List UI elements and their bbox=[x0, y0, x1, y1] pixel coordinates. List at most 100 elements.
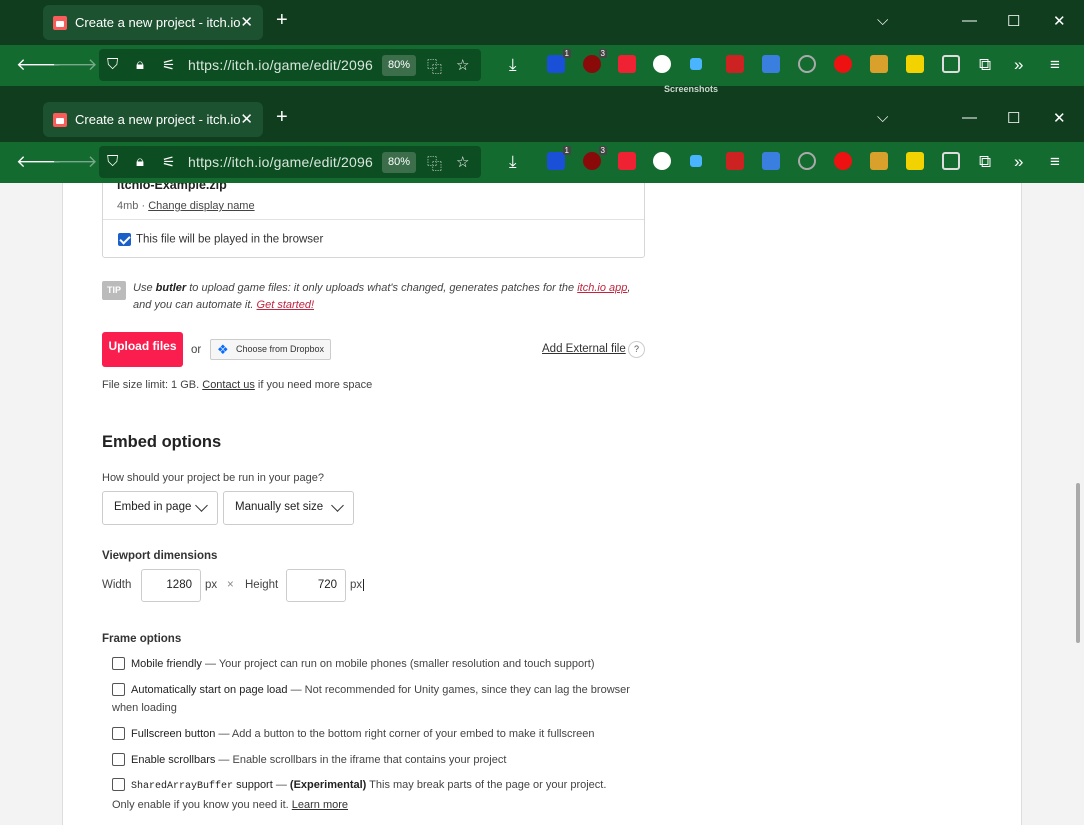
played-in-browser-checkbox[interactable] bbox=[118, 233, 131, 246]
downloads-icon[interactable]: ⤓ bbox=[509, 55, 517, 75]
maximize-icon[interactable]: ☐ bbox=[1007, 12, 1020, 30]
shield-icon[interactable]: ⛉ bbox=[107, 56, 118, 73]
extension-red-white-icon[interactable] bbox=[618, 55, 636, 73]
translate-icon[interactable]: ⿻ bbox=[427, 56, 442, 77]
mobile-friendly-option[interactable]: Mobile friendly — Your project can run o… bbox=[112, 655, 632, 673]
extension-youtube-icon[interactable] bbox=[834, 55, 852, 73]
tab-active[interactable]: Create a new project - itch.io ✕ bbox=[43, 5, 263, 40]
change-display-name-link[interactable]: Change display name bbox=[148, 200, 254, 212]
forward-icon[interactable]: 🡒 bbox=[52, 152, 98, 172]
screenshots-label: Screenshots bbox=[664, 84, 719, 94]
close-tab-icon[interactable]: ✕ bbox=[240, 110, 253, 128]
fullscreen-button-option[interactable]: Fullscreen button — Add a button to the … bbox=[112, 725, 632, 743]
or-label: or bbox=[191, 344, 202, 356]
help-icon[interactable]: ? bbox=[628, 341, 645, 358]
embed-mode-select[interactable]: Embed in page bbox=[102, 491, 218, 525]
height-label: Height bbox=[245, 579, 279, 591]
ublock-origin-icon[interactable]: 3 bbox=[583, 146, 607, 170]
frame-options-heading: Frame options bbox=[102, 633, 182, 645]
permissions-icon[interactable]: ⚟ bbox=[162, 56, 175, 74]
autostart-option[interactable]: Automatically start on page load — Not r… bbox=[112, 681, 632, 717]
lock-icon[interactable]: 🔒︎ bbox=[136, 56, 144, 73]
reader-view-icon[interactable] bbox=[942, 152, 960, 170]
extension-s-icon[interactable] bbox=[653, 152, 671, 170]
itchio-app-link[interactable]: itch.io app bbox=[577, 282, 627, 294]
scrollbar[interactable] bbox=[1076, 483, 1080, 643]
extensions-puzzle-icon[interactable]: ⧉ bbox=[979, 152, 991, 172]
forward-icon[interactable]: 🡒 bbox=[52, 55, 98, 75]
ublock-origin-icon[interactable]: 3 bbox=[583, 49, 607, 73]
downloads-icon[interactable]: ⤓ bbox=[509, 152, 517, 172]
extension-youtube-icon[interactable] bbox=[834, 152, 852, 170]
close-tab-icon[interactable]: ✕ bbox=[240, 13, 253, 31]
played-in-browser-option[interactable]: This file will be played in the browser bbox=[118, 233, 323, 246]
reader-view-icon[interactable] bbox=[942, 55, 960, 73]
permissions-icon[interactable]: ⚟ bbox=[162, 153, 175, 171]
extension-diamond-icon[interactable] bbox=[690, 58, 702, 70]
times-sign: × bbox=[227, 579, 234, 591]
browser-window-back: Create a new project - itch.io ✕ + ⌵ — ☐… bbox=[0, 0, 1084, 97]
close-window-icon[interactable]: ✕ bbox=[1053, 12, 1066, 30]
zoom-level[interactable]: 80% bbox=[382, 152, 416, 173]
tab-list-chevron-icon[interactable]: ⌵ bbox=[877, 109, 888, 126]
embed-mode-value: Embed in page bbox=[114, 501, 192, 513]
extension-circle-icon[interactable] bbox=[798, 152, 816, 170]
extension-circle-icon[interactable] bbox=[798, 55, 816, 73]
extension-s-icon[interactable] bbox=[653, 55, 671, 73]
mobile-friendly-checkbox[interactable] bbox=[112, 657, 125, 670]
extension-pen-icon[interactable] bbox=[870, 55, 888, 73]
bookmark-star-icon[interactable]: ☆ bbox=[456, 56, 469, 74]
extension-yellow-icon[interactable] bbox=[906, 55, 924, 73]
overflow-chevrons-icon[interactable]: » bbox=[1014, 55, 1023, 75]
overflow-chevrons-icon[interactable]: » bbox=[1014, 152, 1023, 172]
add-external-file-link[interactable]: Add External file bbox=[542, 343, 626, 355]
zoom-level[interactable]: 80% bbox=[382, 55, 416, 76]
minimize-icon[interactable]: — bbox=[962, 109, 977, 126]
fullscreen-button-checkbox[interactable] bbox=[112, 727, 125, 740]
menu-hamburger-icon[interactable]: ≡ bbox=[1050, 152, 1060, 172]
tab-active[interactable]: Create a new project - itch.io ✕ bbox=[43, 102, 263, 137]
minimize-icon[interactable]: — bbox=[962, 12, 977, 29]
learn-more-link[interactable]: Learn more bbox=[292, 799, 348, 811]
url-bar[interactable]: ⛉ 🔒︎ ⚟ https://itch.io/game/edit/2096 80… bbox=[99, 146, 481, 178]
extension-pen-icon[interactable] bbox=[870, 152, 888, 170]
scrollbars-option[interactable]: Enable scrollbars — Enable scrollbars in… bbox=[112, 751, 632, 769]
autostart-checkbox[interactable] bbox=[112, 683, 125, 696]
extensions-puzzle-icon[interactable]: ⧉ bbox=[979, 55, 991, 75]
extension-red-white-icon[interactable] bbox=[618, 152, 636, 170]
extension-red-tool-icon[interactable] bbox=[726, 55, 744, 73]
maximize-icon[interactable]: ☐ bbox=[1007, 109, 1020, 127]
tab-strip: Create a new project - itch.io ✕ + ⌵ — ☐… bbox=[0, 0, 1084, 45]
shield-icon[interactable]: ⛉ bbox=[107, 153, 118, 170]
extension-yellow-icon[interactable] bbox=[906, 152, 924, 170]
height-unit: px bbox=[350, 579, 365, 591]
size-mode-select[interactable]: Manually set size bbox=[223, 491, 354, 525]
bookmark-star-icon[interactable]: ☆ bbox=[456, 153, 469, 171]
height-input[interactable]: 720 bbox=[286, 569, 346, 602]
translate-icon[interactable]: ⿻ bbox=[427, 153, 442, 174]
menu-hamburger-icon[interactable]: ≡ bbox=[1050, 55, 1060, 75]
upload-files-button[interactable]: Upload files bbox=[102, 332, 183, 367]
viewport-heading: Viewport dimensions bbox=[102, 550, 218, 562]
contact-us-link[interactable]: Contact us bbox=[202, 379, 255, 391]
extension-translate-icon[interactable] bbox=[762, 55, 780, 73]
scrollbars-checkbox[interactable] bbox=[112, 753, 125, 766]
extension-translate-icon[interactable] bbox=[762, 152, 780, 170]
sharedarraybuffer-checkbox[interactable] bbox=[112, 778, 125, 791]
sharedarraybuffer-option[interactable]: SharedArrayBuffer support — (Experimenta… bbox=[112, 776, 632, 814]
butler-link[interactable]: butler bbox=[156, 282, 187, 294]
extension-blue-u-icon[interactable]: 1 bbox=[547, 146, 571, 170]
width-input[interactable]: 1280 bbox=[141, 569, 201, 602]
width-unit: px bbox=[205, 579, 218, 591]
url-bar[interactable]: ⛉ 🔒︎ ⚟ https://itch.io/game/edit/2096 80… bbox=[99, 49, 481, 81]
new-tab-icon[interactable]: + bbox=[276, 107, 288, 127]
extension-diamond-icon[interactable] bbox=[690, 155, 702, 167]
lock-icon[interactable]: 🔒︎ bbox=[136, 153, 144, 170]
close-window-icon[interactable]: ✕ bbox=[1053, 109, 1066, 127]
tab-list-chevron-icon[interactable]: ⌵ bbox=[877, 12, 888, 29]
extension-red-tool-icon[interactable] bbox=[726, 152, 744, 170]
choose-from-dropbox-button[interactable]: ❖ Choose from Dropbox bbox=[210, 339, 331, 360]
extension-blue-u-icon[interactable]: 1 bbox=[547, 49, 571, 73]
new-tab-icon[interactable]: + bbox=[276, 10, 288, 30]
get-started-link[interactable]: Get started! bbox=[257, 299, 314, 311]
